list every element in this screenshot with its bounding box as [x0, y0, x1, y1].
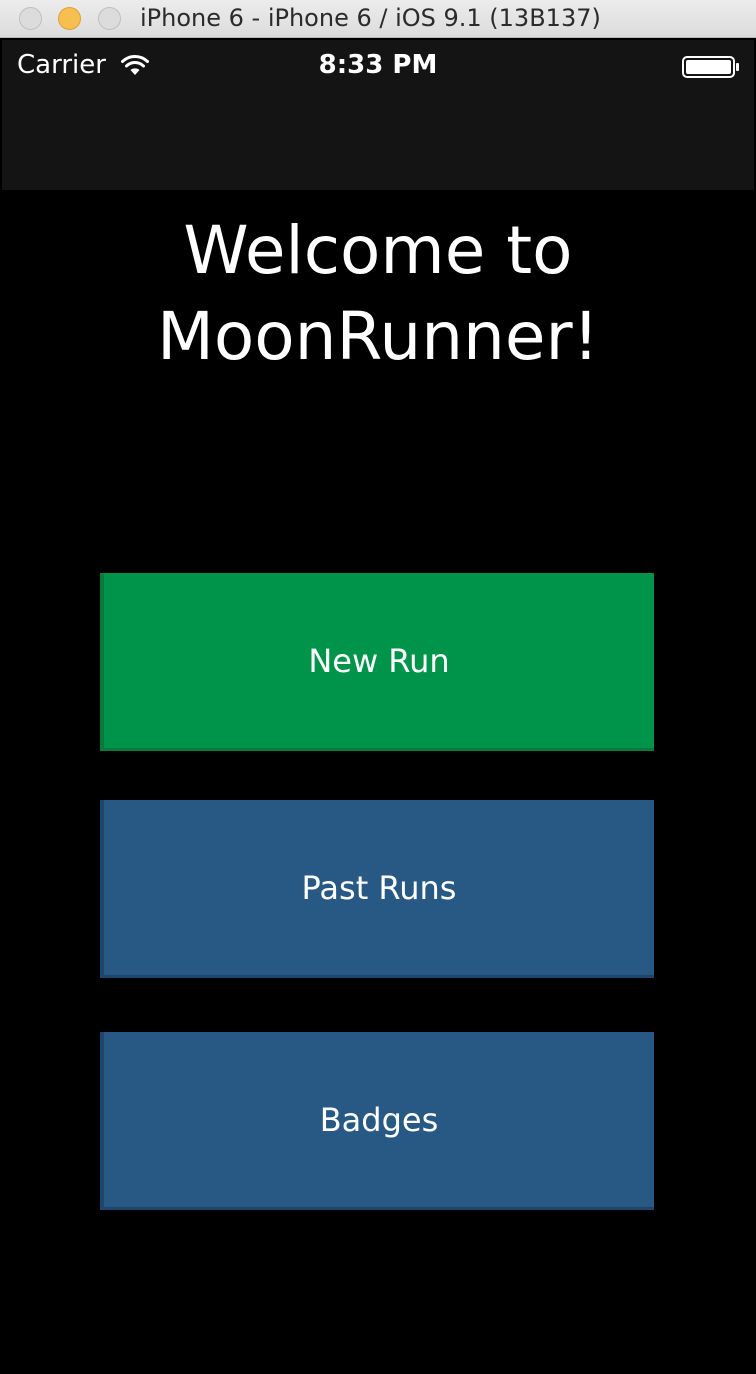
welcome-heading: Welcome to MoonRunner!: [2, 208, 754, 380]
close-window-button[interactable]: [19, 7, 42, 30]
welcome-line-2: MoonRunner!: [156, 298, 600, 375]
past-runs-label: Past Runs: [301, 868, 457, 907]
window-titlebar: iPhone 6 - iPhone 6 / iOS 9.1 (13B137): [0, 0, 756, 38]
status-time: 8:33 PM: [318, 50, 438, 80]
new-run-button[interactable]: New Run: [100, 573, 654, 751]
device-screen: Carrier 8:33 PM Welcome to MoonRunner! N…: [2, 40, 754, 1374]
past-runs-button[interactable]: Past Runs: [100, 800, 654, 978]
welcome-line-1: Welcome to: [183, 212, 573, 289]
window-title: iPhone 6 - iPhone 6 / iOS 9.1 (13B137): [140, 4, 601, 32]
zoom-window-button[interactable]: [98, 7, 121, 30]
minimize-window-button[interactable]: [58, 7, 81, 30]
status-bar: Carrier 8:33 PM: [2, 40, 754, 190]
badges-label: Badges: [319, 1100, 439, 1139]
simulator-window: iPhone 6 - iPhone 6 / iOS 9.1 (13B137) C…: [0, 0, 756, 1374]
new-run-label: New Run: [308, 641, 450, 680]
battery-icon: [682, 56, 739, 78]
badges-button[interactable]: Badges: [100, 1032, 654, 1210]
